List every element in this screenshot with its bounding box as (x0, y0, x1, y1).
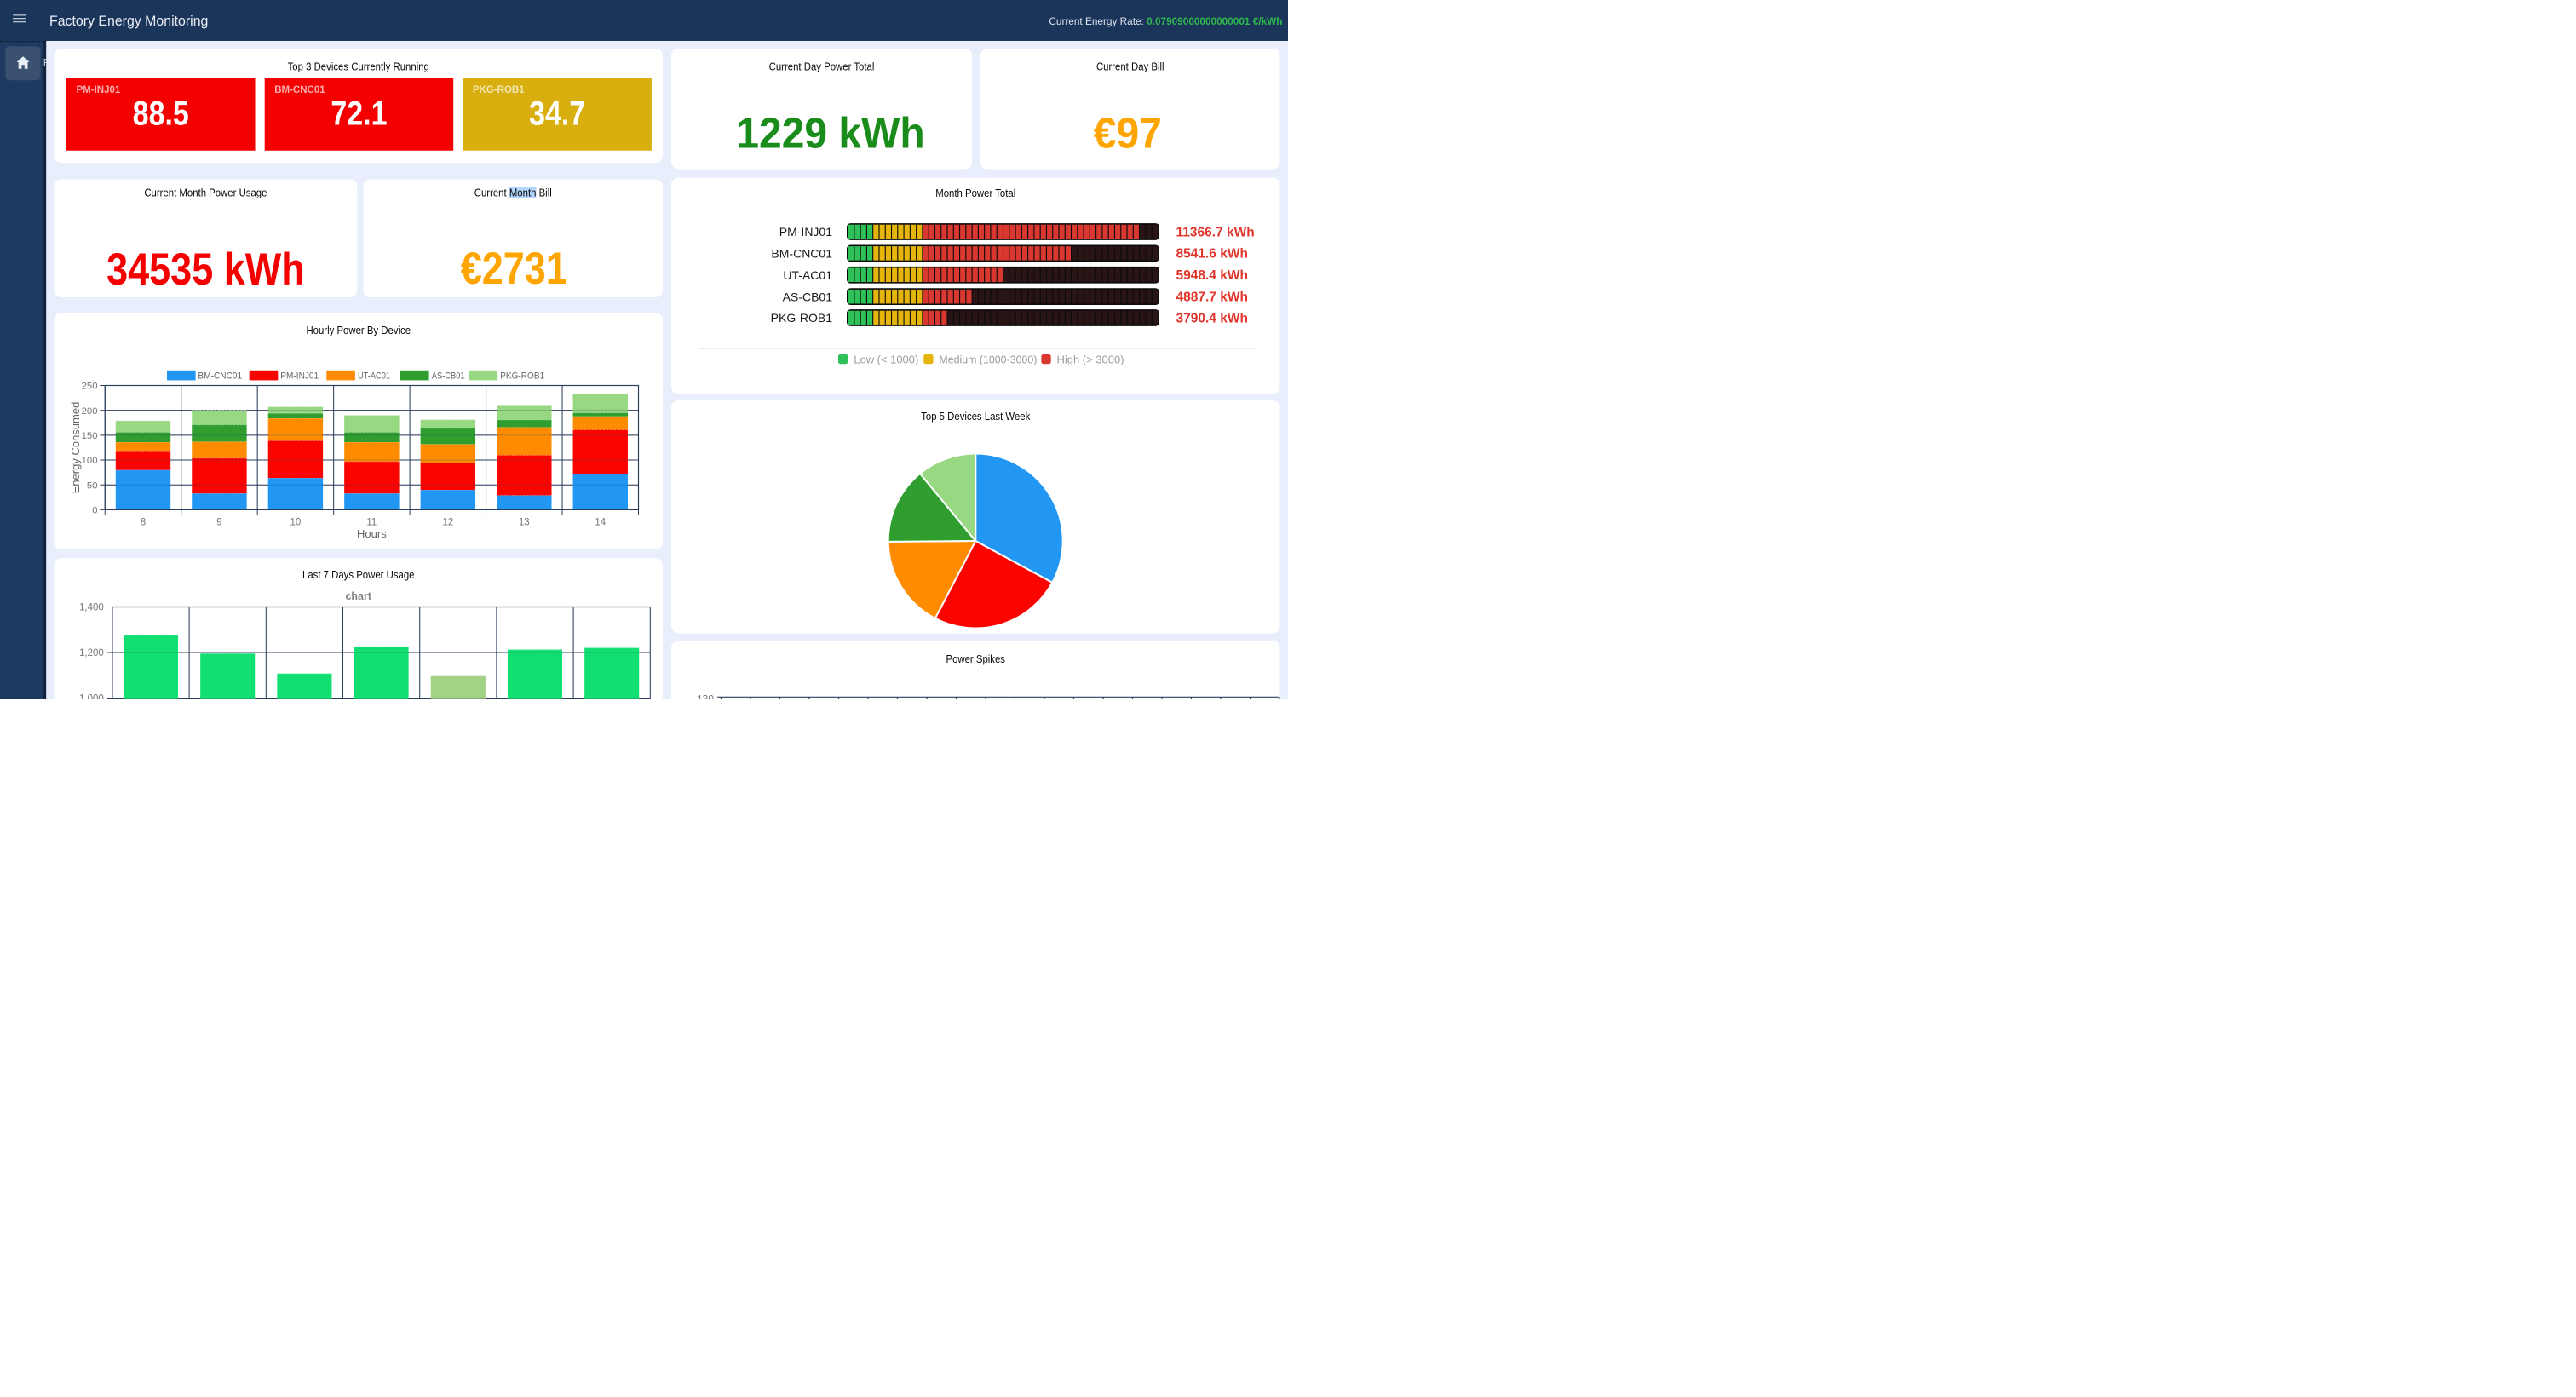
svg-text:Energy Consumed: Energy Consumed (69, 402, 82, 494)
svg-text:PM-INJ01: PM-INJ01 (77, 85, 121, 95)
svg-text:Low (< 1000): Low (< 1000) (854, 353, 918, 365)
svg-text:Hourly Power By Device: Hourly Power By Device (306, 324, 411, 336)
svg-text:1,400: 1,400 (79, 603, 104, 613)
svg-text:250: 250 (82, 382, 98, 392)
svg-text:1229 kWh: 1229 kWh (736, 108, 924, 158)
svg-text:130: 130 (697, 693, 714, 698)
svg-text:UT-AC01: UT-AC01 (783, 268, 832, 282)
svg-text:72.1: 72.1 (331, 94, 387, 132)
svg-text:5948.4 kWh: 5948.4 kWh (1176, 268, 1248, 283)
svg-text:13: 13 (519, 518, 530, 528)
svg-text:AS-CB01: AS-CB01 (783, 290, 833, 303)
svg-text:Top 3 Devices Currently Runnin: Top 3 Devices Currently Running (288, 60, 429, 72)
svg-text:Current Month Bill: Current Month Bill (474, 186, 552, 198)
svg-text:€2731: €2731 (461, 244, 567, 294)
svg-text:chart: chart (345, 590, 371, 602)
svg-text:11366.7 kWh: 11366.7 kWh (1176, 225, 1255, 239)
svg-text:34535 kWh: 34535 kWh (106, 245, 305, 295)
svg-text:UT-AC01: UT-AC01 (358, 371, 390, 381)
svg-text:PKG-ROB1: PKG-ROB1 (500, 371, 544, 381)
svg-text:0: 0 (92, 506, 97, 516)
svg-text:14: 14 (595, 518, 606, 528)
svg-text:Hours: Hours (357, 527, 387, 540)
svg-text:Current Day Bill: Current Day Bill (1096, 60, 1164, 72)
svg-text:PM-INJ01: PM-INJ01 (280, 371, 319, 381)
svg-text:PKG-ROB1: PKG-ROB1 (473, 85, 525, 95)
svg-text:BM-CNC01: BM-CNC01 (274, 85, 325, 95)
svg-text:10: 10 (290, 518, 302, 528)
svg-text:PM-INJ01: PM-INJ01 (779, 225, 832, 239)
svg-text:8: 8 (141, 518, 146, 528)
svg-text:BM-CNC01: BM-CNC01 (771, 247, 832, 261)
svg-text:88.5: 88.5 (133, 94, 189, 132)
svg-text:4887.7 kWh: 4887.7 kWh (1176, 290, 1248, 305)
svg-text:PKG-ROB1: PKG-ROB1 (771, 311, 833, 325)
svg-text:Current Energy Rate: 0.0790900: Current Energy Rate: 0.07909000000000001… (1049, 15, 1282, 27)
svg-text:200: 200 (82, 406, 98, 417)
svg-text:Medium (1000-3000): Medium (1000-3000) (939, 353, 1037, 365)
svg-text:12: 12 (442, 518, 453, 528)
svg-text:Factory Energy Monitoring: Factory Energy Monitoring (49, 13, 208, 29)
svg-text:34.7: 34.7 (529, 94, 585, 132)
svg-text:Current Day Power Total: Current Day Power Total (769, 60, 875, 72)
svg-text:150: 150 (82, 431, 98, 441)
svg-text:50: 50 (87, 480, 98, 491)
svg-text:AS-CB01: AS-CB01 (432, 371, 465, 381)
svg-text:Current Month Power Usage: Current Month Power Usage (144, 186, 267, 198)
svg-text:11: 11 (366, 518, 377, 528)
svg-text:High (> 3000): High (> 3000) (1057, 353, 1124, 365)
svg-text:Power Spikes: Power Spikes (946, 653, 1006, 665)
svg-text:100: 100 (82, 456, 98, 466)
svg-text:3790.4 kWh: 3790.4 kWh (1176, 311, 1248, 325)
svg-text:9: 9 (216, 518, 221, 528)
svg-text:Top 5 Devices Last Week: Top 5 Devices Last Week (921, 410, 1031, 423)
svg-text:€97: €97 (1094, 108, 1162, 158)
svg-text:Month Power Total: Month Power Total (935, 187, 1015, 199)
svg-text:Last 7 Days Power Usage: Last 7 Days Power Usage (302, 568, 415, 581)
svg-text:BM-CNC01: BM-CNC01 (198, 371, 242, 381)
svg-text:8541.6 kWh: 8541.6 kWh (1176, 247, 1248, 262)
svg-text:1,200: 1,200 (79, 648, 104, 658)
svg-text:1,000: 1,000 (79, 694, 104, 698)
